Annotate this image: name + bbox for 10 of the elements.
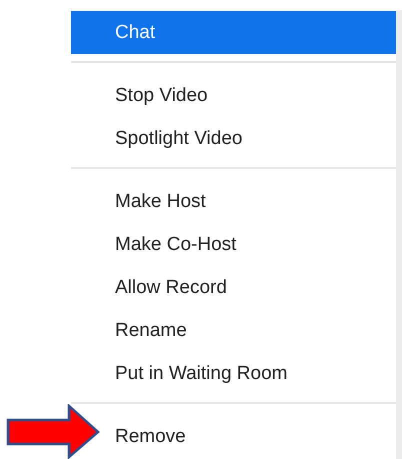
menu-item[interactable]: Make Host [115,186,212,216]
menu-item[interactable]: Rename [115,316,193,346]
menu-item[interactable]: Make Co-Host [115,230,242,260]
menu-item[interactable]: Chat [115,18,162,48]
menu-item[interactable]: Put in Waiting Room [115,358,294,388]
menu-item[interactable]: Allow Record [115,272,233,302]
arrow-icon [6,404,100,459]
menu-item[interactable]: Stop Video [115,80,214,110]
menu-item[interactable]: Remove [115,422,192,452]
menu-item[interactable]: Spotlight Video [115,124,248,154]
